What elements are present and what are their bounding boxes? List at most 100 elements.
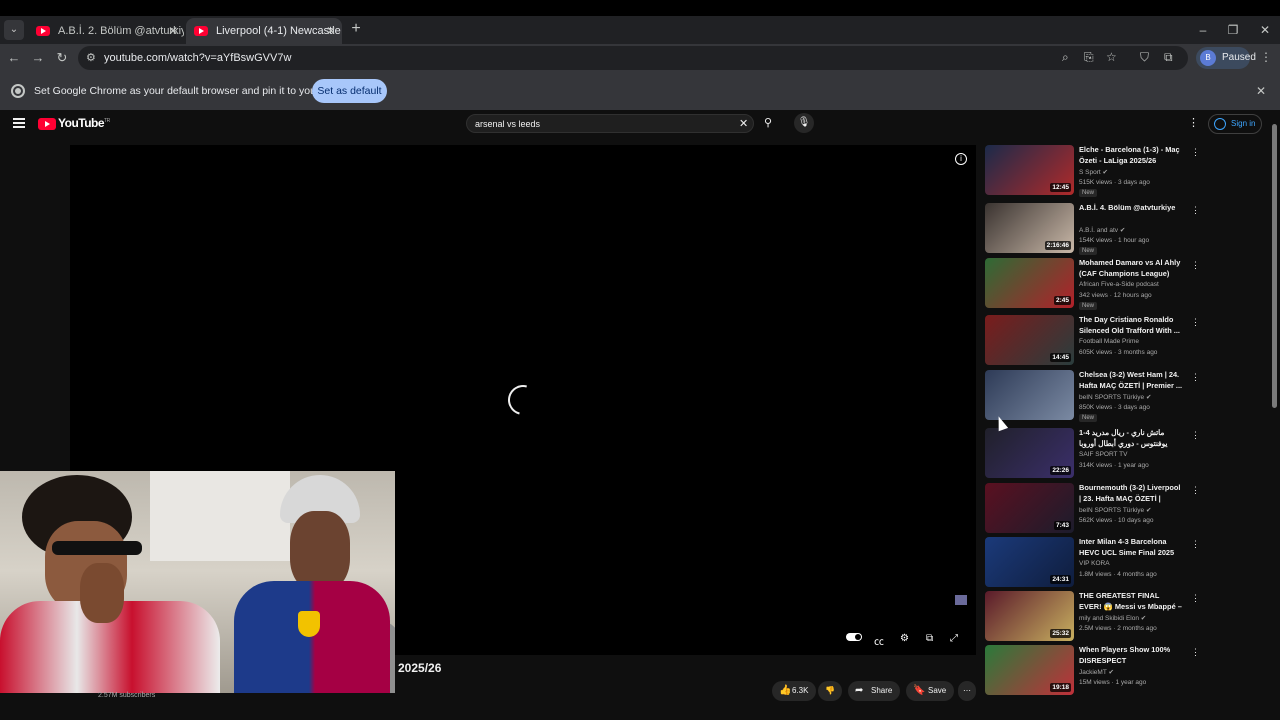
browser-tab-1[interactable]: A.B.İ. 2. Bölüm @atvturkiye - Yo ✕ xyxy=(28,18,184,44)
share-button[interactable]: ➦ Share xyxy=(848,681,900,701)
video-thumbnail[interactable]: 2:16:46 xyxy=(985,203,1074,253)
channel-name[interactable]: S Sport ✔ xyxy=(1079,168,1108,176)
channel-name[interactable]: JackieMT ✔ xyxy=(1079,668,1114,676)
bookmark-star-icon[interactable]: ☆ xyxy=(1106,50,1117,64)
chrome-menu-icon[interactable]: ⋮ xyxy=(1260,50,1272,64)
recommendation-title[interactable]: Inter Milan 4-3 Barcelona HEVC UCL Sime … xyxy=(1079,537,1183,558)
recommendation-item[interactable]: 7:43 Bournemouth (3-2) Liverpool | 23. Ha… xyxy=(985,483,1205,533)
address-bar[interactable]: ⚙ youtube.com/watch?v=aYfBswGVV7w ⌕ ⎘ ☆ xyxy=(78,46,1188,70)
more-options-icon[interactable]: ⋮ xyxy=(1191,260,1200,271)
channel-name[interactable]: VIP KORA xyxy=(1079,560,1110,567)
info-icon[interactable]: i xyxy=(955,153,967,165)
video-thumbnail[interactable]: 19:18 xyxy=(985,645,1074,695)
miniplayer-icon[interactable]: ⧉ xyxy=(926,633,933,644)
forward-arrow-icon[interactable]: → xyxy=(28,48,48,68)
recommendation-item[interactable]: 25:32 THE GREATEST FINAL EVER! 😱 Messi vs… xyxy=(985,591,1205,641)
close-infobar-icon[interactable]: ✕ xyxy=(1256,84,1266,98)
recommendation-title[interactable]: Bournemouth (3-2) Liverpool | 23. Hafta … xyxy=(1079,483,1183,504)
search-icon[interactable]: ⚲ xyxy=(758,114,778,133)
recommendation-title[interactable]: A.B.İ. 4. Bölüm @atvturkiye xyxy=(1079,203,1183,214)
extensions-puzzle-icon[interactable]: ⧉ xyxy=(1164,50,1173,65)
install-app-icon[interactable]: ⎘ xyxy=(1084,50,1094,65)
close-window-icon[interactable]: ✕ xyxy=(1250,16,1280,44)
dislike-button[interactable]: 👎 xyxy=(818,681,842,701)
more-options-icon[interactable]: ⋮ xyxy=(1191,317,1200,328)
youtube-favicon-icon xyxy=(36,26,50,36)
view-meta: 154K views · 1 hour ago xyxy=(1079,237,1150,244)
close-tab-icon[interactable]: ✕ xyxy=(326,18,336,44)
youtube-logo-icon[interactable] xyxy=(38,118,56,130)
recommendation-item[interactable]: 24:31 Inter Milan 4-3 Barcelona HEVC UCL … xyxy=(985,537,1205,587)
zoom-icon[interactable]: ⌕ xyxy=(1062,50,1069,65)
more-options-icon[interactable]: ⋮ xyxy=(1191,147,1200,158)
channel-name[interactable]: Football Made Prime xyxy=(1079,338,1139,345)
more-options-icon[interactable]: ⋮ xyxy=(1191,485,1200,496)
minimize-icon[interactable]: – xyxy=(1188,16,1218,44)
new-tab-button[interactable]: + xyxy=(346,20,366,40)
more-options-icon[interactable]: ⋮ xyxy=(1191,539,1200,550)
video-thumbnail[interactable]: 7:43 xyxy=(985,483,1074,533)
search-input[interactable]: arsenal vs leeds ✕ xyxy=(466,114,754,133)
recommendation-title[interactable]: Mohamed Damaro vs Al Ahly (CAF Champions… xyxy=(1079,258,1183,279)
recommendation-title[interactable]: ماتش ناري - ريال مدريد 4-1 يوفنتوس - دور… xyxy=(1079,428,1183,449)
video-thumbnail[interactable]: 14:45 xyxy=(985,315,1074,365)
more-options-icon[interactable]: ⋮ xyxy=(1191,372,1200,383)
close-tab-icon[interactable]: ✕ xyxy=(168,18,178,44)
restore-icon[interactable]: ❐ xyxy=(1218,16,1248,44)
recommendation-title[interactable]: Chelsea (3-2) West Ham | 24. Hafta MAÇ Ö… xyxy=(1079,370,1183,391)
sign-in-button[interactable]: Sign in xyxy=(1208,114,1262,134)
browser-tab-2[interactable]: Liverpool (4-1) Newcastle | 24. H ✕ xyxy=(186,18,342,44)
back-arrow-icon[interactable]: ← xyxy=(4,48,24,68)
recommendation-item[interactable]: 2:16:46 A.B.İ. 4. Bölüm @atvturkiye A.B.İ.… xyxy=(985,203,1205,255)
video-thumbnail[interactable]: 2:45 xyxy=(985,258,1074,308)
more-options-icon[interactable]: ⋮ xyxy=(1191,430,1200,441)
channel-watermark[interactable] xyxy=(955,595,967,605)
recommendation-item[interactable]: 14:45 The Day Cristiano Ronaldo Silenced … xyxy=(985,315,1205,365)
recommendation-title[interactable]: The Day Cristiano Ronaldo Silenced Old T… xyxy=(1079,315,1183,336)
video-thumbnail[interactable]: 12:45 xyxy=(985,145,1074,195)
recommendation-item[interactable]: 2:45 Mohamed Damaro vs Al Ahly (CAF Champ… xyxy=(985,258,1205,310)
reload-icon[interactable]: ↻ xyxy=(52,48,72,68)
autoplay-toggle[interactable] xyxy=(846,633,862,641)
more-actions-icon[interactable]: ⋯ xyxy=(958,681,976,701)
clear-search-icon[interactable]: ✕ xyxy=(739,115,748,133)
player-controls: ㏄ ⚙ ⧉ ⤢ xyxy=(840,633,970,648)
recommendation-item[interactable]: 12:45 Elche - Barcelona (1-3) - Maç Özeti… xyxy=(985,145,1205,197)
scrollbar[interactable] xyxy=(1272,124,1277,408)
like-button[interactable]: 👍 6.3K xyxy=(772,681,816,701)
recommendation-title[interactable]: THE GREATEST FINAL EVER! 😱 Messi vs Mbap… xyxy=(1079,591,1183,612)
set-as-default-button[interactable]: Set as default xyxy=(312,79,387,103)
profile-button[interactable]: B Paused xyxy=(1196,47,1256,69)
video-thumbnail[interactable]: 25:32 xyxy=(985,591,1074,641)
save-button[interactable]: 🔖 Save xyxy=(906,681,954,701)
shield-extension-icon[interactable]: ⛉ xyxy=(1140,50,1149,65)
channel-name[interactable]: SAIF SPORT TV xyxy=(1079,451,1127,458)
channel-name[interactable]: beIN SPORTS Türkiye ✔ xyxy=(1079,393,1151,401)
video-thumbnail[interactable]: 22:26 xyxy=(985,428,1074,478)
channel-name[interactable]: A.B.İ. and atv ✔ xyxy=(1079,226,1125,234)
recommendation-item[interactable]: Chelsea (3-2) West Ham | 24. Hafta MAÇ Ö… xyxy=(985,370,1205,422)
recommendation-item[interactable]: 19:18 When Players Show 100% DISRESPECT Ja… xyxy=(985,645,1205,695)
channel-name[interactable]: beIN SPORTS Türkiye ✔ xyxy=(1079,506,1151,514)
microphone-icon[interactable]: 🎙 xyxy=(794,113,814,133)
more-options-icon[interactable]: ⋮ xyxy=(1191,593,1200,604)
site-info-icon[interactable]: ⚙ xyxy=(86,51,96,64)
channel-name[interactable]: mily and Skibidi Elon ✔ xyxy=(1079,614,1146,622)
youtube-logo-text[interactable]: YouTubeTR xyxy=(58,116,110,130)
recommendation-title[interactable]: When Players Show 100% DISRESPECT xyxy=(1079,645,1183,666)
more-options-icon[interactable]: ⋮ xyxy=(1191,205,1200,216)
settings-gear-icon[interactable]: ⚙ xyxy=(900,633,909,644)
recommendation-item[interactable]: 22:26 ماتش ناري - ريال مدريد 4-1 يوفنتوس … xyxy=(985,428,1205,478)
tab-search-button[interactable]: ⌄ xyxy=(4,20,24,40)
duration-badge: 19:18 xyxy=(1050,683,1071,692)
channel-name[interactable]: African Five-a-Side podcast xyxy=(1079,281,1159,288)
recommendation-title[interactable]: Elche - Barcelona (1-3) - Maç Özeti - La… xyxy=(1079,145,1183,166)
menu-hamburger-icon[interactable] xyxy=(13,118,25,128)
verified-check-icon: ✔ xyxy=(1108,669,1114,676)
captions-icon[interactable]: ㏄ xyxy=(874,633,884,648)
video-thumbnail[interactable]: 24:31 xyxy=(985,537,1074,587)
settings-kebab-icon[interactable]: ⋮ xyxy=(1188,116,1199,129)
fullscreen-icon[interactable]: ⤢ xyxy=(950,633,958,644)
more-options-icon[interactable]: ⋮ xyxy=(1191,647,1200,658)
video-thumbnail[interactable] xyxy=(985,370,1074,420)
